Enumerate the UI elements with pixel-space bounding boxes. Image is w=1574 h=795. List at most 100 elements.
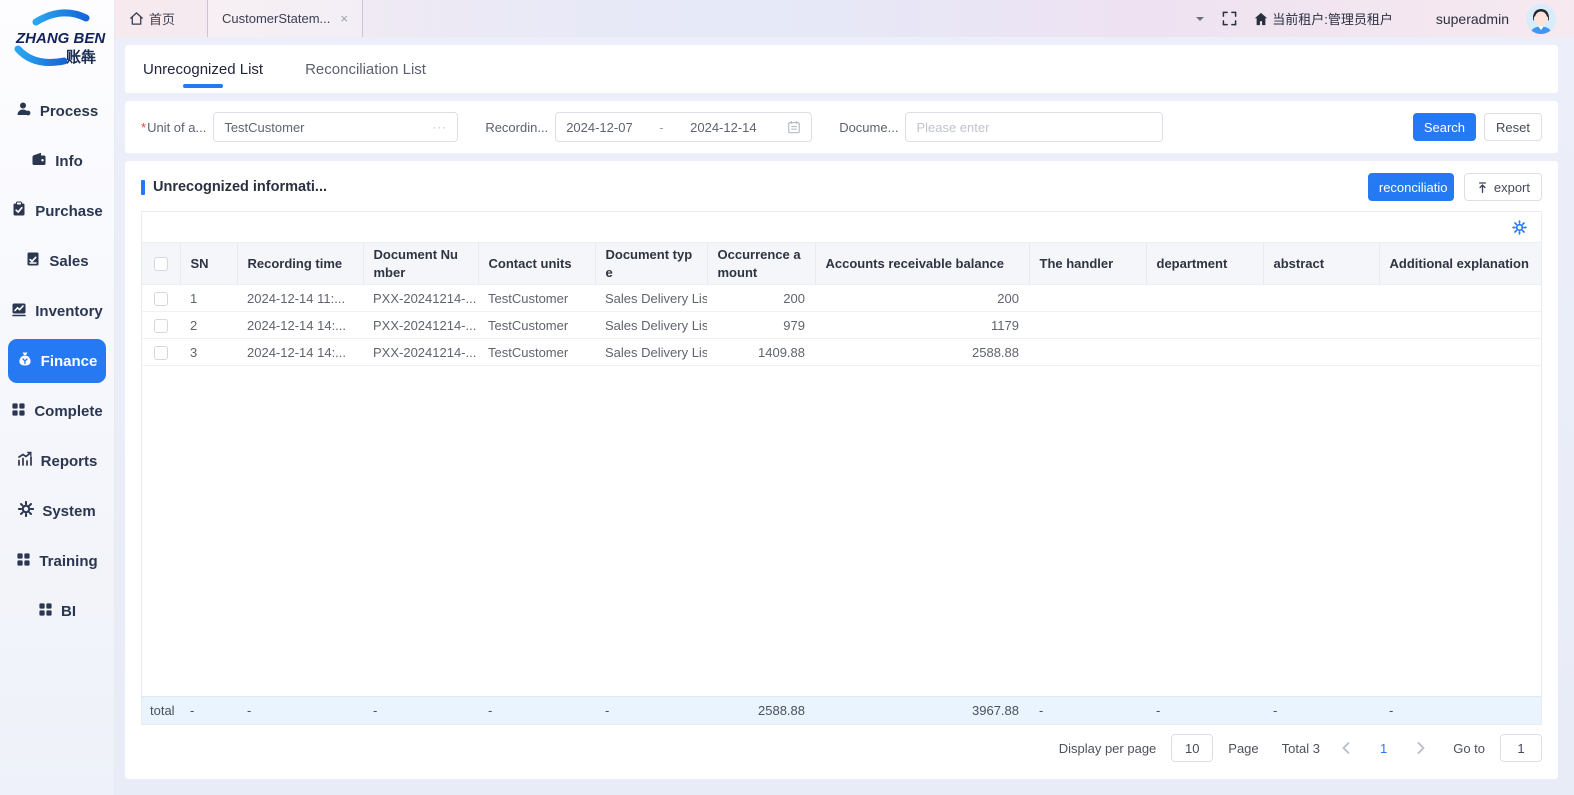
row-checkbox[interactable] <box>154 346 168 360</box>
column-settings-gear-icon[interactable] <box>1512 220 1527 235</box>
main-area: 首页 CustomerStatem... × 当前租户:管理员租户 supera… <box>115 0 1574 795</box>
total-recording-time: - <box>237 696 363 724</box>
filter-bar: *Unit of a... TestCustomer ··· Recordin.… <box>125 101 1558 153</box>
sidebar-item-label: BI <box>61 603 76 620</box>
cell-additional <box>1379 285 1541 312</box>
sidebar-item-process[interactable]: Process <box>8 89 106 133</box>
date-range-picker[interactable]: 2024-12-07 - 2024-12-14 <box>555 112 812 142</box>
reconciliation-button[interactable]: reconciliatio <box>1368 173 1454 201</box>
current-page[interactable]: 1 <box>1372 741 1395 756</box>
brand-logo-graphic: ZHANG BEN 账犇 <box>6 9 108 73</box>
table-row[interactable]: 2 2024-12-14 14:... PXX-20241214-... Tes… <box>142 312 1541 339</box>
brand-logo: ZHANG BEN 账犇 <box>0 0 114 82</box>
document-input[interactable] <box>905 112 1163 142</box>
per-page-input[interactable] <box>1171 734 1213 762</box>
total-document-type: - <box>595 696 707 724</box>
username[interactable]: superadmin <box>1436 11 1509 27</box>
cell-document-number: PXX-20241214-... <box>363 339 478 366</box>
grid-icon <box>11 402 26 421</box>
cell-contact-units: TestCustomer <box>478 312 595 339</box>
date-start[interactable]: 2024-12-07 <box>566 120 633 135</box>
total-additional: - <box>1379 696 1541 724</box>
table-row[interactable]: 1 2024-12-14 11:... PXX-20241214-... Tes… <box>142 285 1541 312</box>
cell-additional <box>1379 339 1541 366</box>
cell-handler <box>1029 285 1146 312</box>
sidebar-item-purchase[interactable]: Purchase <box>8 189 106 233</box>
reconciliation-button-label: reconciliatio <box>1379 180 1448 195</box>
home-icon <box>129 11 144 26</box>
content: Unrecognized List Reconciliation List *U… <box>115 37 1574 795</box>
row-checkbox[interactable] <box>154 319 168 333</box>
cell-sn: 1 <box>180 285 237 312</box>
unit-select[interactable]: TestCustomer ··· <box>213 112 458 142</box>
cell-document-number: PXX-20241214-... <box>363 285 478 312</box>
recording-label: Recordin... <box>485 120 548 135</box>
breadcrumb-home[interactable]: 首页 <box>129 9 175 28</box>
cell-balance: 1179 <box>815 312 1029 339</box>
sidebar-item-reports[interactable]: Reports <box>8 439 106 483</box>
topbar-right: 当前租户:管理员租户 superadmin <box>1195 4 1556 34</box>
cell-department <box>1146 312 1263 339</box>
filter-unit: *Unit of a... TestCustomer ··· <box>141 112 458 142</box>
avatar-image <box>1526 4 1556 34</box>
cell-abstract <box>1263 339 1379 366</box>
tab-reconciliation-list[interactable]: Reconciliation List <box>305 45 426 93</box>
sidebar-item-label: Finance <box>41 353 98 370</box>
sidebar-item-inventory[interactable]: Inventory <box>8 289 106 333</box>
sidebar-item-finance[interactable]: Finance <box>8 339 106 383</box>
prev-page-icon[interactable] <box>1335 742 1357 754</box>
table-row[interactable]: 3 2024-12-14 14:... PXX-20241214-... Tes… <box>142 339 1541 366</box>
col-header-recording-time: Recording time <box>237 243 363 285</box>
cell-department <box>1146 339 1263 366</box>
table-scroll-area: SN Recording time Document Number Contac… <box>142 242 1541 696</box>
col-header-contact-units: Contact units <box>478 243 595 285</box>
search-button[interactable]: Search <box>1413 113 1476 141</box>
cell-contact-units: TestCustomer <box>478 285 595 312</box>
open-page-tab[interactable]: CustomerStatem... × <box>207 0 363 37</box>
tab-unrecognized-list[interactable]: Unrecognized List <box>143 45 263 93</box>
avatar[interactable] <box>1526 4 1556 34</box>
select-all-checkbox[interactable] <box>154 257 168 271</box>
reset-button[interactable]: Reset <box>1484 113 1542 141</box>
cell-occurrence-amount: 1409.88 <box>707 339 815 366</box>
total-abstract: - <box>1263 696 1379 724</box>
sidebar-item-info[interactable]: Info <box>8 139 106 183</box>
table-section: Unrecognized informati... reconciliatio … <box>125 161 1558 779</box>
cell-recording-time: 2024-12-14 14:... <box>237 339 363 366</box>
more-icon[interactable]: ··· <box>432 120 447 134</box>
trend-chart-icon <box>17 451 33 471</box>
per-page-label: Display per page <box>1059 741 1157 756</box>
calendar-icon <box>787 120 801 134</box>
goto-label: Go to <box>1453 741 1485 756</box>
sidebar-item-label: System <box>42 503 95 520</box>
cell-occurrence-amount: 979 <box>707 312 815 339</box>
date-end[interactable]: 2024-12-14 <box>690 120 757 135</box>
cell-document-type: Sales Delivery List <box>595 285 707 312</box>
close-icon[interactable]: × <box>340 11 348 26</box>
next-page-icon[interactable] <box>1410 742 1432 754</box>
grid-icon <box>16 552 31 571</box>
document-check-icon <box>25 251 41 271</box>
row-checkbox[interactable] <box>154 292 168 306</box>
fullscreen-icon[interactable] <box>1222 11 1237 26</box>
export-button[interactable]: export <box>1464 173 1542 201</box>
sidebar-item-training[interactable]: Training <box>8 539 106 583</box>
total-sn: - <box>180 696 237 724</box>
sidebar-item-system[interactable]: System <box>8 489 106 533</box>
chevron-down-icon[interactable] <box>1195 15 1205 23</box>
sidebar: ZHANG BEN 账犇 Process Info Purchase Sales <box>0 0 115 795</box>
sidebar-item-label: Info <box>55 153 83 170</box>
current-tenant: 当前租户:管理员租户 <box>1254 9 1393 28</box>
sidebar-item-bi[interactable]: BI <box>8 589 106 633</box>
sidebar-menu: Process Info Purchase Sales Inventory Fi… <box>0 82 114 636</box>
goto-page-input[interactable] <box>1500 734 1542 762</box>
tab-label: Unrecognized List <box>143 61 263 78</box>
col-header-department: department <box>1146 243 1263 285</box>
col-header-accounts-receivable-balance: Accounts receivable balance <box>815 243 1029 285</box>
cell-abstract <box>1263 312 1379 339</box>
cell-sn: 2 <box>180 312 237 339</box>
section-title-accent <box>141 180 145 195</box>
gear-icon <box>18 501 34 521</box>
sidebar-item-complete[interactable]: Complete <box>8 389 106 433</box>
sidebar-item-sales[interactable]: Sales <box>8 239 106 283</box>
